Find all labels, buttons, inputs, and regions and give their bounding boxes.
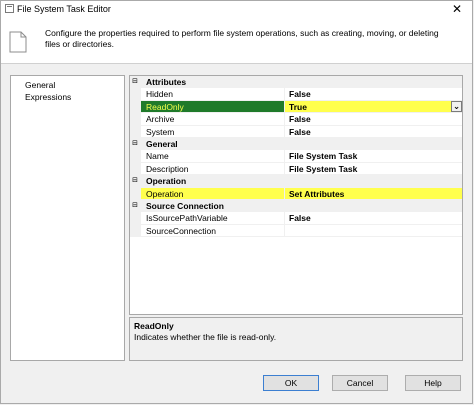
collapse-icon[interactable]: ⊟ [132,140,138,147]
property-value[interactable]: File System Task [284,162,462,176]
property-value-text: True [289,101,307,112]
property-description-panel: ReadOnly Indicates whether the file is r… [129,317,463,361]
window-title: File System Task Editor [17,4,111,14]
property-row-description[interactable]: Description File System Task [130,162,462,176]
property-row-source-connection[interactable]: SourceConnection [130,224,462,238]
property-value[interactable]: False [284,113,462,126]
property-row-is-source-path-variable[interactable]: IsSourcePathVariable False [130,212,462,225]
property-value-selected[interactable]: True ⌄ [284,100,462,114]
property-row-hidden[interactable]: Hidden False [130,88,462,101]
category-label: Attributes [146,77,187,87]
property-value[interactable]: False [284,212,462,225]
property-value[interactable] [284,224,462,238]
property-name-selected: ReadOnly [141,100,284,114]
header-panel: Configure the properties required to per… [1,17,472,64]
category-attributes[interactable]: ⊟ Attributes [130,76,462,89]
property-name: Hidden [141,88,284,101]
chevron-down-icon: ⌄ [452,101,461,112]
property-name: Description [141,163,284,176]
property-row-readonly[interactable]: ReadOnly True ⌄ [130,100,462,114]
category-operation[interactable]: ⊟ Operation [130,175,462,188]
category-general[interactable]: ⊟ General [130,137,462,151]
property-name: IsSourcePathVariable [141,212,284,225]
property-value[interactable]: False [284,125,462,138]
task-app-icon [5,4,14,13]
category-label: Operation [146,176,187,187]
property-name: System [141,126,284,138]
collapse-icon[interactable]: ⊟ [132,177,138,184]
property-name: Name [141,150,284,163]
header-description: Configure the properties required to per… [45,28,439,49]
category-label: General [146,138,178,149]
close-button[interactable]: ✕ [442,1,472,17]
close-icon: ✕ [451,2,463,16]
help-button[interactable]: Help [405,375,461,391]
description-title: ReadOnly [134,321,174,331]
property-name: SourceConnection [141,225,284,238]
value-dropdown-button[interactable]: ⌄ [451,100,462,112]
ok-button[interactable]: OK [263,375,319,391]
title-bar[interactable]: File System Task Editor ✕ [1,1,472,17]
navigation-list: General Expressions [10,75,125,361]
property-row-archive[interactable]: Archive False [130,113,462,126]
property-row-system[interactable]: System False [130,125,462,138]
category-label: Source Connection [146,200,224,211]
nav-item-expressions[interactable]: Expressions [11,91,124,103]
nav-item-general[interactable]: General [11,79,124,91]
document-icon [9,31,27,53]
category-source-connection[interactable]: ⊟ Source Connection [130,199,462,213]
property-value[interactable]: Set Attributes [284,187,462,200]
file-system-task-editor-window: File System Task Editor ✕ Configure the … [0,0,473,404]
collapse-icon[interactable]: ⊟ [132,202,138,209]
property-value[interactable]: False [284,88,462,101]
property-row-operation[interactable]: Operation Set Attributes [130,187,462,200]
property-value[interactable]: File System Task [284,150,462,163]
property-row-name[interactable]: Name File System Task [130,150,462,163]
collapse-icon[interactable]: ⊟ [132,78,138,85]
property-grid: ⊟ Attributes Hidden False ReadOnly True … [129,75,463,315]
description-text: Indicates whether the file is read-only. [134,332,277,342]
cancel-button[interactable]: Cancel [332,375,388,391]
property-name: Archive [141,113,284,126]
property-name: Operation [141,187,284,200]
